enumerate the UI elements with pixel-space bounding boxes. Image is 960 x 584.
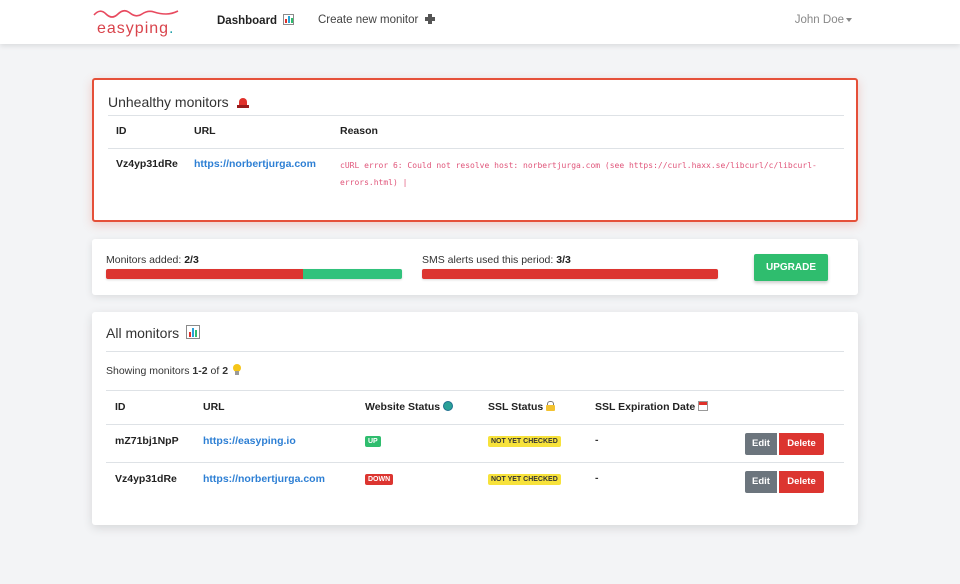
lightbulb-icon xyxy=(232,364,241,375)
divider xyxy=(106,424,844,425)
unhealthy-monitors-card: Unhealthy monitors ID URL Reason Vz4yp31… xyxy=(92,78,858,222)
monitors-free-fill xyxy=(303,269,402,279)
divider xyxy=(108,148,844,149)
ssl-status-badge: NOT YET CHECKED xyxy=(488,474,561,485)
monitor-url-link[interactable]: https://norbertjurga.com xyxy=(194,158,316,170)
divider xyxy=(106,390,844,391)
user-menu-dropdown[interactable]: John Doe xyxy=(795,14,852,26)
unhealthy-monitors-title: Unhealthy monitors xyxy=(108,94,249,110)
lock-icon xyxy=(546,401,556,411)
divider xyxy=(108,115,844,116)
bar-chart-icon xyxy=(186,325,201,339)
edit-button[interactable]: Edit xyxy=(745,471,777,493)
column-header-website-status: Website Status xyxy=(365,401,454,413)
sms-alerts-label: SMS alerts used this period: 3/3 xyxy=(422,254,571,266)
column-header-id: ID xyxy=(116,125,127,137)
calendar-icon xyxy=(698,401,709,411)
column-header-reason: Reason xyxy=(340,125,378,137)
edit-button[interactable]: Edit xyxy=(745,433,777,455)
divider xyxy=(106,462,844,463)
ssl-expiration-value: - xyxy=(595,434,599,446)
monitor-url-link[interactable]: https://norbertjurga.com xyxy=(203,473,325,485)
ssl-expiration-value: - xyxy=(595,472,599,484)
top-navbar: easyping. Dashboard Create new monitor J… xyxy=(0,0,960,44)
monitor-id: Vz4yp31dRe xyxy=(116,158,178,170)
monitors-used-fill xyxy=(106,269,304,279)
siren-icon xyxy=(236,97,249,108)
divider xyxy=(106,351,844,352)
all-monitors-card: All monitors Showing monitors 1-2 of 2 I… xyxy=(92,312,858,525)
monitor-id: Vz4yp31dRe xyxy=(115,473,177,485)
column-header-ssl-expiration: SSL Expiration Date xyxy=(595,401,709,413)
monitor-id: mZ71bj1NpP xyxy=(115,435,179,447)
delete-button[interactable]: Delete xyxy=(779,433,824,455)
caret-down-icon xyxy=(846,17,852,22)
website-status-badge: UP xyxy=(365,436,381,447)
delete-button[interactable]: Delete xyxy=(779,471,824,493)
ssl-status-badge: NOT YET CHECKED xyxy=(488,436,561,447)
globe-icon xyxy=(443,401,454,411)
column-header-id: ID xyxy=(115,401,126,413)
sms-usage-bar xyxy=(422,269,718,279)
error-reason: cURL error 6: Could not resolve host: no… xyxy=(340,161,817,187)
plus-icon xyxy=(424,14,435,24)
website-status-badge: DOWN xyxy=(365,474,394,485)
all-monitors-title: All monitors xyxy=(106,325,201,341)
column-header-ssl-status: SSL Status xyxy=(488,401,556,413)
monitor-url-link[interactable]: https://easyping.io xyxy=(203,435,296,447)
upgrade-button[interactable]: UPGRADE xyxy=(754,254,828,281)
bar-chart-icon xyxy=(283,14,295,25)
column-header-url: URL xyxy=(194,125,216,137)
logo-text: easyping. xyxy=(97,20,175,37)
nav-create-monitor-link[interactable]: Create new monitor xyxy=(318,14,435,26)
monitors-usage-bar xyxy=(106,269,402,279)
heartbeat-line-icon xyxy=(93,9,179,18)
usage-card: Monitors added: 2/3 SMS alerts used this… xyxy=(92,239,858,295)
nav-dashboard-link[interactable]: Dashboard xyxy=(217,14,295,27)
sms-used-fill xyxy=(422,269,718,279)
showing-count-text: Showing monitors 1-2 of 2 xyxy=(106,364,241,377)
monitors-added-label: Monitors added: 2/3 xyxy=(106,254,199,266)
column-header-url: URL xyxy=(203,401,225,413)
easyping-logo[interactable]: easyping. xyxy=(92,6,182,40)
